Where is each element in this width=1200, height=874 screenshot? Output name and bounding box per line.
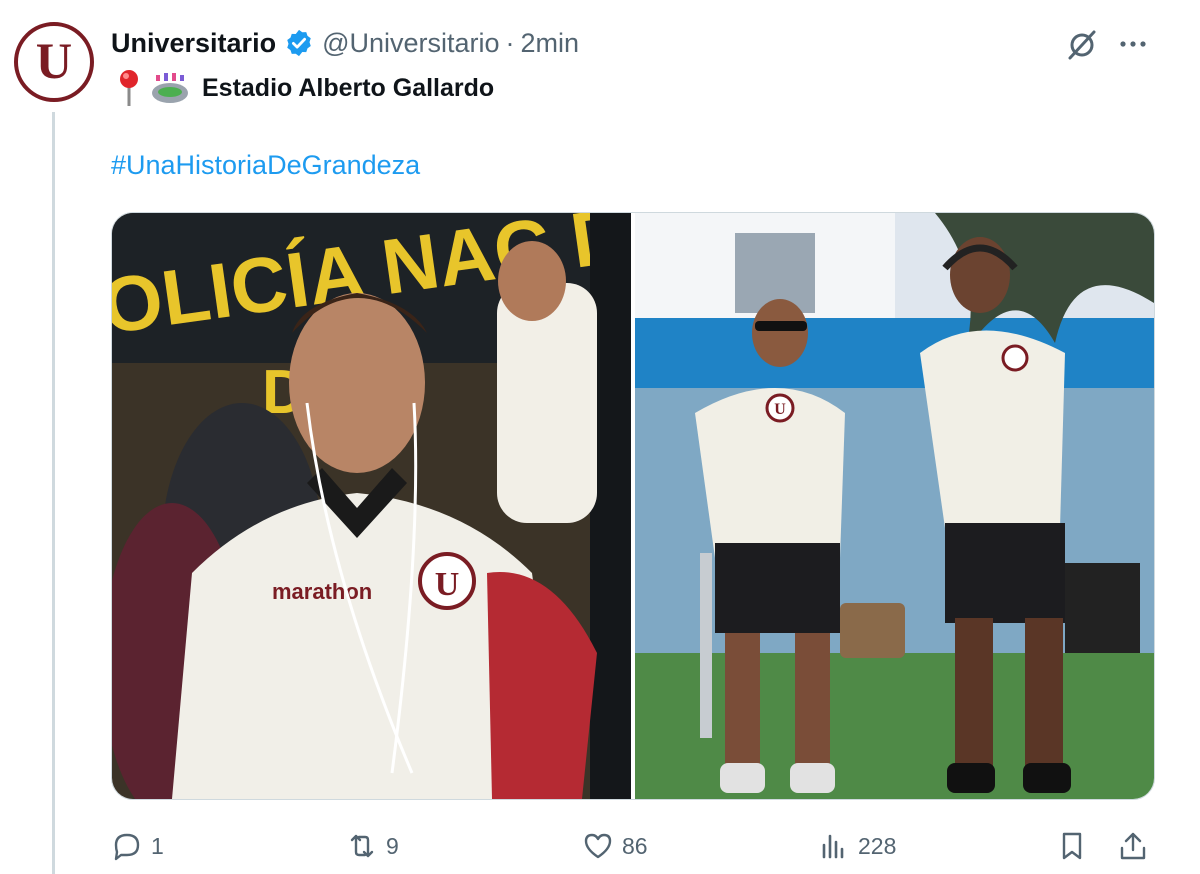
avatar[interactable]: U bbox=[14, 22, 94, 102]
share-icon bbox=[1120, 832, 1146, 860]
photo-player-headphones[interactable]: OLICÍA NAC D D marathon U bbox=[112, 213, 631, 799]
photo-2-image: U bbox=[635, 213, 1154, 799]
bookmark-icon bbox=[1062, 832, 1082, 860]
stadium-icon bbox=[152, 73, 188, 103]
svg-text:marathon: marathon bbox=[272, 579, 372, 604]
location-line: Estadio Alberto Gallardo bbox=[116, 68, 494, 108]
heart-icon bbox=[584, 833, 612, 859]
repost-count: 9 bbox=[386, 832, 399, 859]
author-handle[interactable]: @Universitario bbox=[322, 28, 499, 59]
separator-dot: · bbox=[505, 27, 515, 58]
views-count: 228 bbox=[858, 832, 897, 859]
universitario-logo-icon: U bbox=[36, 33, 72, 89]
svg-text:U: U bbox=[435, 566, 460, 603]
grok-icon[interactable] bbox=[1064, 26, 1100, 62]
views-chart-icon bbox=[822, 834, 844, 859]
svg-text:U: U bbox=[36, 33, 72, 89]
like-button[interactable]: 86 bbox=[582, 826, 648, 866]
round-pushpin-icon bbox=[120, 70, 138, 106]
repost-button[interactable]: 9 bbox=[346, 826, 399, 866]
photo-players-walking[interactable]: U bbox=[635, 213, 1154, 799]
repost-icon bbox=[350, 834, 374, 858]
location-text: Estadio Alberto Gallardo bbox=[202, 73, 495, 102]
bookmark-button[interactable] bbox=[1056, 826, 1096, 866]
tweet-header: Universitario @Universitario · 2min bbox=[111, 26, 579, 60]
svg-text:U: U bbox=[774, 401, 786, 418]
views-button[interactable]: 228 bbox=[818, 826, 896, 866]
more-options-icon[interactable] bbox=[1115, 26, 1151, 62]
photo-1-image: OLICÍA NAC D D marathon U bbox=[112, 213, 631, 799]
thread-line bbox=[52, 112, 55, 874]
reply-count: 1 bbox=[151, 832, 164, 859]
verified-badge-icon bbox=[287, 29, 311, 57]
like-count: 86 bbox=[622, 832, 648, 859]
reply-icon bbox=[114, 833, 140, 861]
reply-button[interactable]: 1 bbox=[111, 826, 164, 866]
timestamp[interactable]: 2min bbox=[521, 28, 580, 59]
action-bar: 1 9 86 228 bbox=[111, 826, 1153, 866]
share-button[interactable] bbox=[1117, 826, 1157, 866]
author-name[interactable]: Universitario bbox=[111, 28, 276, 59]
hashtag-link[interactable]: #UnaHistoriaDeGrandeza bbox=[111, 150, 420, 181]
media-grid: OLICÍA NAC D D marathon U U bbox=[111, 212, 1155, 800]
